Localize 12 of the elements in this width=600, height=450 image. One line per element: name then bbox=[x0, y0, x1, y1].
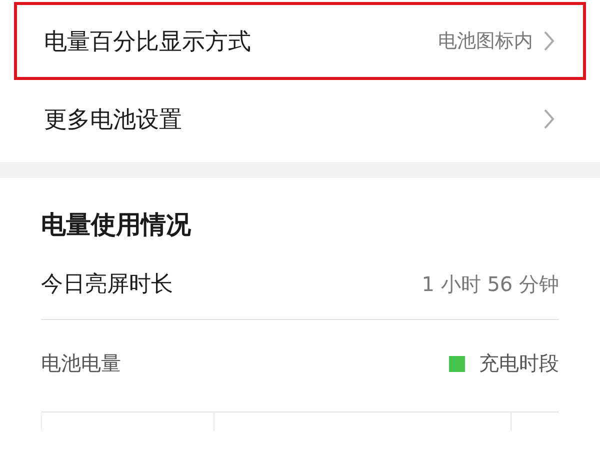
setting-label: 更多电池设置 bbox=[44, 106, 183, 134]
setting-value: 电池图标内 bbox=[438, 29, 533, 54]
section-title: 电量使用情况 bbox=[41, 209, 192, 241]
screen-time-value: 1 小时 56 分钟 bbox=[422, 270, 559, 298]
legend-label: 充电时段 bbox=[479, 350, 559, 377]
settings-row[interactable]: 更多电池设置 bbox=[14, 80, 586, 158]
settings-row[interactable]: 电量百分比显示方式 电池图标内 bbox=[14, 2, 586, 80]
battery-chart-label: 电池电量 bbox=[41, 350, 122, 377]
setting-label: 电量百分比显示方式 bbox=[44, 28, 252, 56]
chevron-icon bbox=[543, 108, 555, 130]
screen-time-label: 今日亮屏时长 bbox=[41, 271, 174, 299]
chevron-icon bbox=[543, 30, 555, 52]
